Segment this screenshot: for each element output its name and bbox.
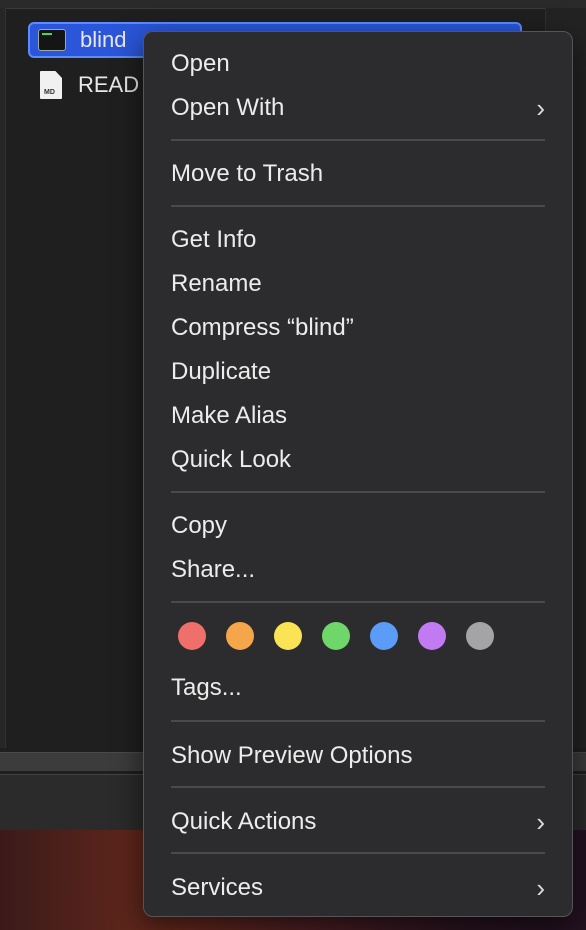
menu-item-label: Tags...: [171, 674, 242, 701]
tag-color-row: [178, 622, 494, 652]
menu-item-show-preview-options[interactable]: Show Preview Options: [171, 736, 545, 776]
menu-item-open-with[interactable]: Open With ›: [171, 88, 545, 128]
context-menu: Open Open With › Move to Trash Get Info R…: [143, 31, 573, 917]
menu-item-copy[interactable]: Copy: [171, 506, 545, 546]
file-name: blind: [80, 27, 127, 52]
menu-item-label: Services: [171, 874, 264, 901]
tag-blue-dot[interactable]: [370, 622, 398, 650]
menu-separator: [171, 601, 545, 603]
menu-item-open[interactable]: Open: [171, 44, 545, 84]
tag-red-dot[interactable]: [178, 622, 206, 650]
menu-item-label: Open: [171, 50, 230, 77]
menu-item-services[interactable]: Services ›: [171, 868, 545, 908]
menu-item-make-alias[interactable]: Make Alias: [171, 396, 545, 436]
finder-toolbar-edge: [0, 0, 586, 9]
chevron-right-icon: ›: [536, 93, 545, 123]
menu-item-quick-actions[interactable]: Quick Actions ›: [171, 802, 545, 842]
menu-item-rename[interactable]: Rename: [171, 264, 545, 304]
menu-item-label: Quick Look: [171, 446, 292, 473]
chevron-right-icon: ›: [536, 807, 545, 837]
menu-item-share[interactable]: Share...: [171, 550, 545, 590]
menu-separator: [171, 205, 545, 207]
chevron-right-icon: ›: [536, 873, 545, 903]
menu-item-label: Get Info: [171, 226, 257, 253]
menu-separator: [171, 786, 545, 788]
tag-orange-dot[interactable]: [226, 622, 254, 650]
menu-item-tags[interactable]: Tags...: [171, 668, 545, 708]
menu-item-quick-look[interactable]: Quick Look: [171, 440, 545, 480]
menu-item-label: Copy: [171, 512, 228, 539]
menu-separator: [171, 720, 545, 722]
tag-purple-dot[interactable]: [418, 622, 446, 650]
tag-gray-dot[interactable]: [466, 622, 494, 650]
finder-sidebar-edge: [0, 8, 6, 748]
file-name: READ: [78, 72, 140, 97]
menu-item-label: Show Preview Options: [171, 742, 413, 769]
file-type-badge: MD: [44, 89, 55, 96]
menu-separator: [171, 139, 545, 141]
menu-item-label: Compress “blind”: [171, 314, 354, 341]
menu-item-label: Quick Actions: [171, 808, 317, 835]
tag-green-dot[interactable]: [322, 622, 350, 650]
menu-item-move-to-trash[interactable]: Move to Trash: [171, 154, 545, 194]
tag-yellow-dot[interactable]: [274, 622, 302, 650]
menu-item-label: Make Alias: [171, 402, 288, 429]
menu-separator: [171, 491, 545, 493]
menu-item-duplicate[interactable]: Duplicate: [171, 352, 545, 392]
terminal-executable-icon: [38, 29, 66, 51]
menu-item-get-info[interactable]: Get Info: [171, 220, 545, 260]
menu-item-label: Move to Trash: [171, 160, 324, 187]
menu-item-label: Duplicate: [171, 358, 272, 385]
menu-item-label: Share...: [171, 556, 256, 583]
menu-item-label: Rename: [171, 270, 262, 297]
menu-separator: [171, 852, 545, 854]
menu-item-label: Open With: [171, 94, 285, 121]
markdown-file-icon: MD: [40, 71, 62, 99]
menu-item-compress[interactable]: Compress “blind”: [171, 308, 545, 348]
